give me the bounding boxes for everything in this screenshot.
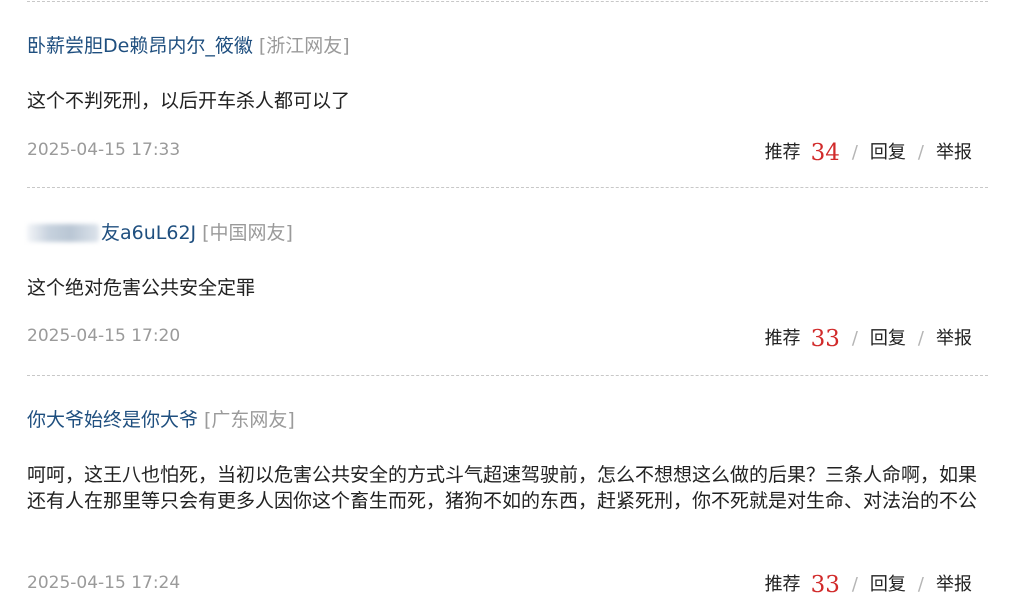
comment-divider: [27, 375, 988, 376]
recommend-label: 推荐: [764, 574, 801, 595]
action-separator: /: [917, 574, 924, 595]
username-link[interactable]: 你大爷始终是你大爷: [27, 409, 198, 431]
comment-header: 友a6uL62J [中国网友]: [27, 220, 293, 246]
comment-text: 这个不判死刑，以后开车杀人都可以了: [27, 90, 351, 112]
comment-divider: [27, 1, 988, 2]
action-separator: /: [851, 142, 858, 163]
comment-actions: 推荐 33 / 回复 / 举报: [765, 325, 972, 353]
comment-time: 2025-04-15 17:24: [27, 573, 181, 593]
action-separator: /: [917, 328, 924, 349]
recommend-label: 推荐: [764, 328, 801, 349]
action-separator: /: [917, 142, 924, 163]
comment-actions: 推荐 34 / 回复 / 举报: [765, 139, 972, 167]
comment-header: 卧薪尝胆De赖昂内尔_筱徽 [浙江网友]: [27, 33, 350, 59]
recommend-count: 33: [810, 572, 840, 598]
comment-header: 你大爷始终是你大爷 [广东网友]: [27, 407, 295, 433]
report-button[interactable]: 举报: [936, 142, 972, 163]
comment-text: 呵呵，这王八也怕死，当初以危害公共安全的方式斗气超速驾驶前，怎么不想想这么做的后…: [27, 464, 978, 512]
reply-button[interactable]: 回复: [870, 574, 906, 595]
action-separator: /: [851, 574, 858, 595]
user-region: [浙江网友]: [258, 35, 350, 57]
username-link[interactable]: 友a6uL62J: [101, 222, 196, 244]
username-link[interactable]: 卧薪尝胆De赖昂内尔_筱徽: [27, 35, 253, 57]
reply-button[interactable]: 回复: [870, 328, 906, 349]
recommend-count: 34: [810, 140, 840, 166]
report-button[interactable]: 举报: [936, 574, 972, 595]
report-button[interactable]: 举报: [936, 328, 972, 349]
action-separator: /: [851, 328, 858, 349]
user-region: [中国网友]: [202, 222, 293, 244]
user-region: [广东网友]: [204, 409, 295, 431]
recommend-button[interactable]: 推荐 33: [764, 326, 840, 352]
comment-actions: 推荐 33 / 回复 / 举报: [765, 571, 972, 599]
recommend-count: 33: [810, 326, 840, 352]
recommend-label: 推荐: [764, 142, 801, 163]
recommend-button[interactable]: 推荐 34: [764, 140, 840, 166]
comment-text: 这个绝对危害公共安全定罪: [27, 277, 256, 299]
comment-divider: [27, 187, 988, 188]
recommend-button[interactable]: 推荐 33: [764, 572, 840, 598]
comment-time: 2025-04-15 17:33: [27, 140, 181, 160]
reply-button[interactable]: 回复: [870, 142, 906, 163]
comment-time: 2025-04-15 17:20: [27, 326, 181, 346]
blurred-avatar: [27, 224, 99, 242]
